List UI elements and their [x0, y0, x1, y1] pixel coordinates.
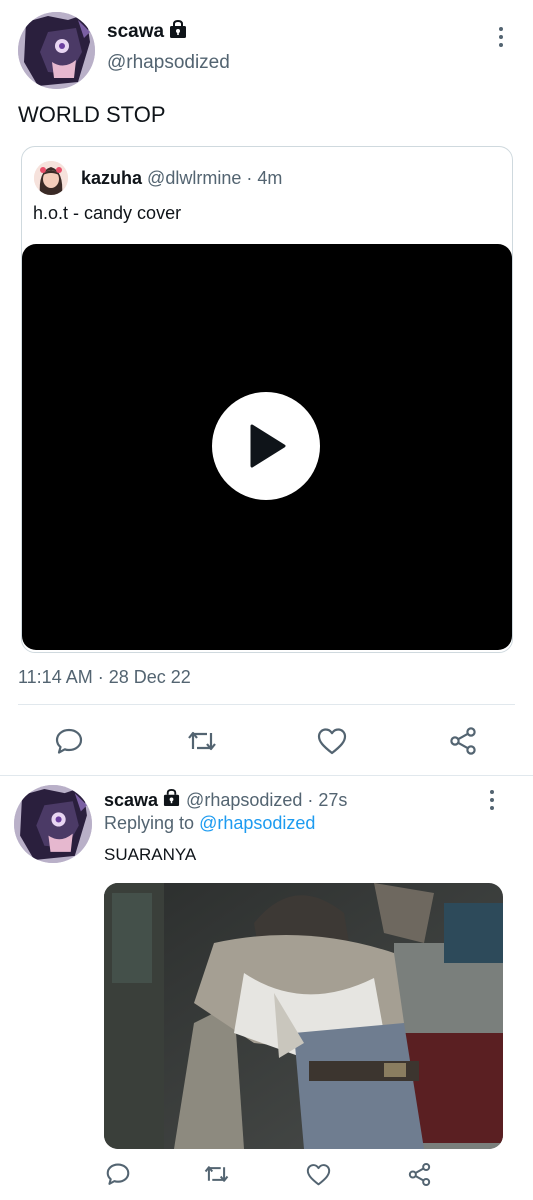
- retweet-button[interactable]: [183, 722, 221, 760]
- divider: [18, 704, 515, 705]
- reply-button[interactable]: [102, 1158, 134, 1190]
- author-display-name[interactable]: scawa: [107, 21, 164, 43]
- author-handle[interactable]: @rhapsodized: [107, 52, 230, 74]
- replying-to-link[interactable]: @rhapsodized: [199, 813, 315, 833]
- lock-icon: [169, 19, 187, 44]
- replying-to-label: Replying to: [104, 813, 195, 833]
- like-icon: [306, 1163, 330, 1185]
- reply-image[interactable]: [104, 883, 503, 1149]
- lock-icon: [163, 789, 180, 812]
- play-icon: [250, 424, 286, 468]
- reply-display-name[interactable]: scawa: [104, 790, 158, 811]
- share-button[interactable]: [403, 1158, 435, 1190]
- more-icon[interactable]: [491, 24, 511, 50]
- play-button[interactable]: [212, 392, 320, 500]
- share-icon: [450, 727, 476, 755]
- quoted-age: · 4m: [246, 168, 283, 188]
- tweet-timestamp[interactable]: 11:14 AM · 28 Dec 22: [18, 667, 191, 688]
- like-button[interactable]: [302, 1158, 334, 1190]
- quoted-header: kazuha @dlwlrmine · 4m: [81, 168, 282, 189]
- quoted-display-name[interactable]: kazuha: [81, 168, 142, 188]
- reply-icon: [106, 1163, 130, 1185]
- retweet-button[interactable]: [200, 1158, 232, 1190]
- reply-header: scawa @rhapsodized · 27s: [104, 789, 347, 812]
- reply-author-avatar[interactable]: [14, 785, 92, 863]
- like-button[interactable]: [313, 722, 351, 760]
- reply-button[interactable]: [50, 722, 88, 760]
- replying-to-line: Replying to @rhapsodized: [104, 813, 315, 834]
- quoted-author-avatar: [34, 161, 68, 195]
- retweet-icon: [204, 1166, 228, 1182]
- quoted-tweet-card[interactable]: kazuha @dlwlrmine · 4m h.o.t - candy cov…: [21, 146, 513, 653]
- quoted-video[interactable]: [22, 244, 512, 650]
- more-icon[interactable]: [482, 787, 502, 813]
- author-avatar[interactable]: [18, 12, 95, 89]
- author-name-row: scawa: [107, 19, 187, 45]
- share-icon: [408, 1162, 430, 1186]
- quoted-handle[interactable]: @dlwlrmine: [147, 168, 241, 188]
- reply-icon: [55, 728, 83, 754]
- reply-age: · 27s: [307, 790, 348, 810]
- tweet-text: WORLD STOP: [18, 102, 166, 127]
- like-icon: [317, 728, 347, 755]
- retweet-icon: [188, 731, 216, 751]
- share-button[interactable]: [444, 722, 482, 760]
- reply-handle[interactable]: @rhapsodized: [186, 790, 302, 811]
- thread-divider: [0, 775, 533, 776]
- reply-text: SUARANYA: [104, 845, 197, 864]
- quoted-text: h.o.t - candy cover: [33, 203, 182, 223]
